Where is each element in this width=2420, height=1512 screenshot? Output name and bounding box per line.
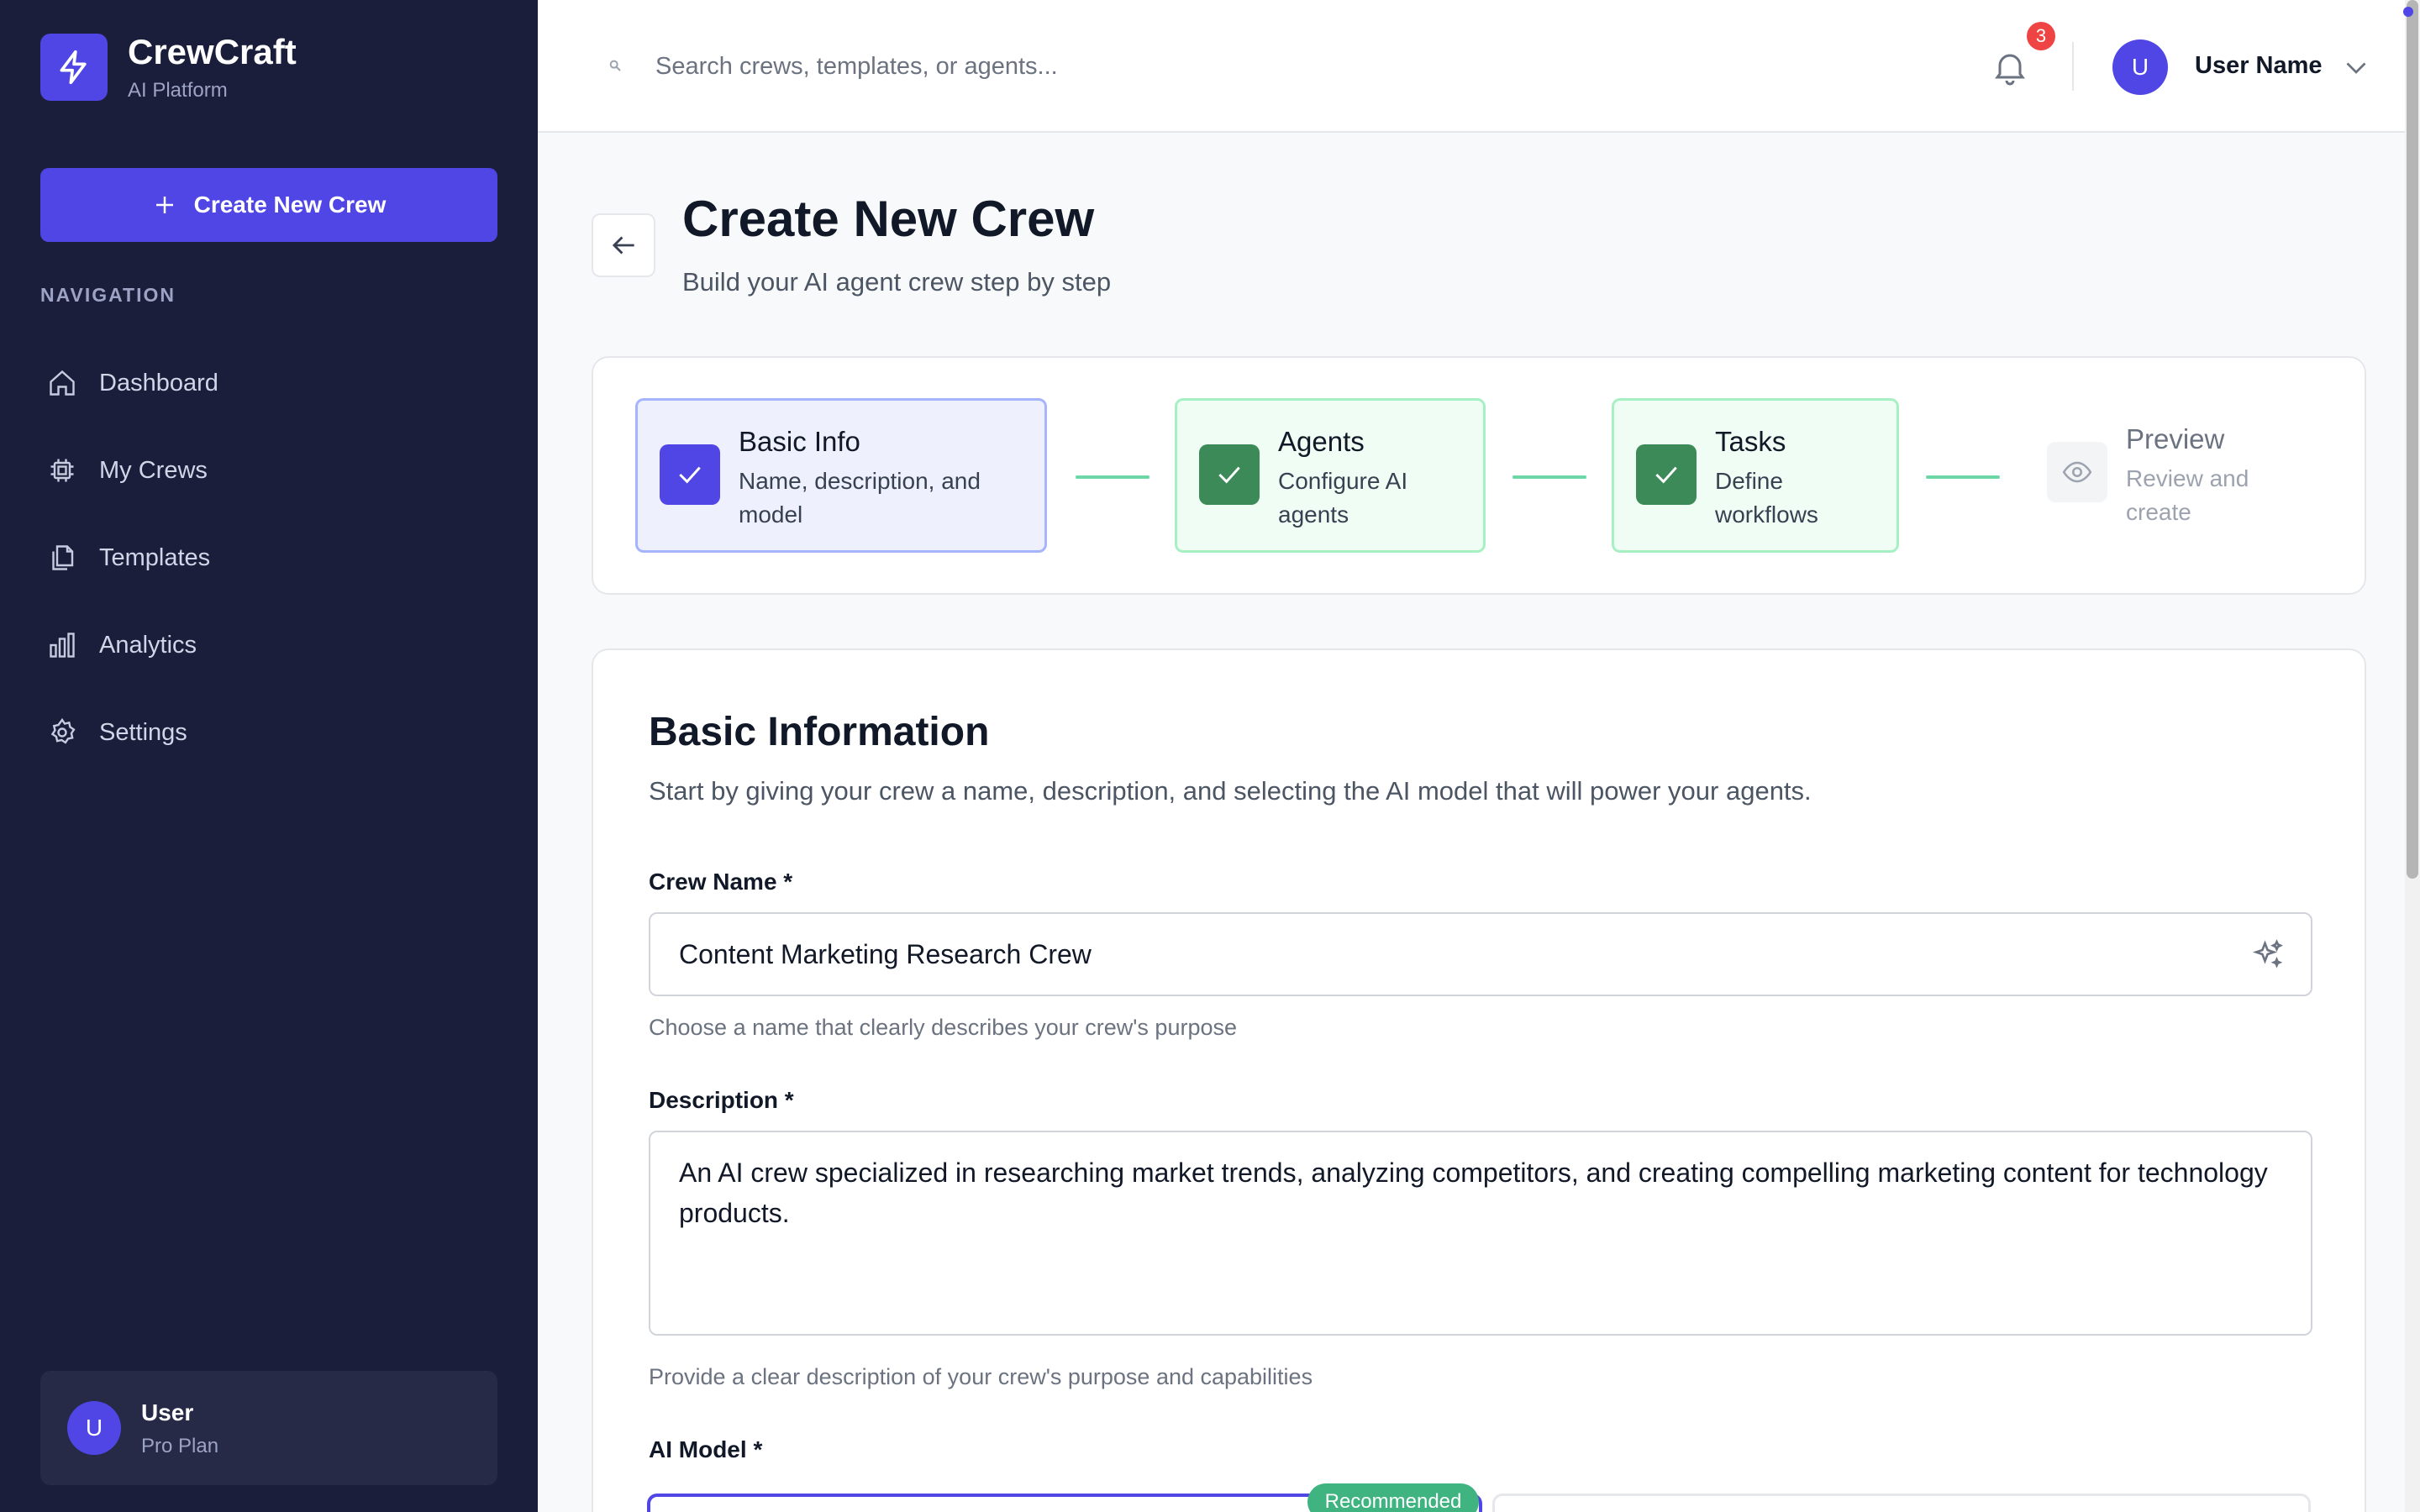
page-subtitle: Build your AI agent crew step by step [682,267,1112,297]
page-title: Create New Crew [682,191,1095,247]
brand-subtitle: AI Platform [128,79,228,102]
ai-model-label: AI Model * [649,1436,763,1462]
chevron-down-icon[interactable] [2341,52,2371,82]
step-tasks[interactable]: Tasks Define workflows [1612,398,1899,553]
home-icon [50,370,75,396]
sidebar-item-templates[interactable]: Templates [40,524,497,591]
step-agents[interactable]: Agents Configure AI agents [1175,398,1486,553]
scroll-indicator-dot [2403,7,2413,17]
description-value: An AI crew specialized in researching ma… [679,1158,2268,1228]
gear-icon [50,717,76,744]
step-title: Tasks [1715,426,1786,457]
sidebar: CrewCraft AI Platform Create New Crew NA… [0,0,538,1512]
crew-name-label: Crew Name * [649,869,793,895]
step-description: Name, description, and model [739,468,981,528]
step-basic-info[interactable]: Basic Info Name, description, and model [635,398,1047,553]
divider [2072,42,2074,91]
sparkles-icon[interactable] [2250,937,2286,973]
description-textarea[interactable]: An AI crew specialized in researching ma… [649,1131,2312,1336]
user-menu-name[interactable]: User Name [2195,52,2323,80]
step-connector [1512,475,1586,479]
step-title: Agents [1278,426,1365,457]
step-connector [1926,475,2000,479]
user-plan: Pro Plan [141,1435,219,1457]
brand-name: CrewCraft [128,32,297,71]
bell-icon[interactable] [1990,47,2030,87]
section-title: Basic Information [649,710,990,754]
step-description: Review and create [2126,465,2249,525]
crew-name-field[interactable]: Content Marketing Research Crew [649,912,2312,996]
nav-heading: NAVIGATION [40,284,176,306]
user-name: User [141,1399,194,1425]
search-icon [609,60,621,71]
basic-information-card: Basic Information Start by giving your c… [592,648,2366,1512]
step-description: Configure AI agents [1278,468,1408,528]
recommended-badge: Recommended [1307,1483,1479,1512]
create-new-crew-label: Create New Crew [193,192,387,218]
step-connector [1076,475,1150,479]
description-hint: Provide a clear description of your crew… [649,1364,1313,1389]
step-description: Define workflows [1715,468,1818,528]
sidebar-item-label: Analytics [99,631,197,659]
sidebar-user-card[interactable]: U User Pro Plan [40,1371,497,1485]
sidebar-item-analytics[interactable]: Analytics [40,612,497,679]
avatar: U [67,1401,121,1455]
plus-icon [155,197,173,213]
sidebar-item-my-crews[interactable]: My Crews [40,437,497,504]
sidebar-item-label: Dashboard [99,369,218,396]
sidebar-item-label: Settings [99,718,187,746]
back-button[interactable] [592,213,655,277]
check-icon [660,444,720,505]
sidebar-item-label: My Crews [99,456,208,484]
sidebar-item-settings[interactable]: Settings [40,699,497,766]
lightning-icon [40,34,108,101]
description-label: Description * [649,1087,794,1113]
check-icon [1199,444,1260,505]
sidebar-item-dashboard[interactable]: Dashboard [40,349,497,417]
topbar: 3 U User Name [538,0,2407,133]
eye-icon [2047,442,2107,502]
crew-name-value: Content Marketing Research Crew [679,939,1092,969]
bar-chart-icon [50,633,75,658]
step-preview[interactable]: Preview Review and create [2025,398,2328,553]
crew-name-hint: Choose a name that clearly describes you… [649,1015,1237,1040]
notification-badge: 3 [2027,22,2055,50]
sidebar-item-label: Templates [99,543,211,571]
section-description: Start by giving your crew a name, descri… [649,776,1812,806]
arrow-left-icon [612,236,634,255]
chip-icon [50,459,74,482]
search-input[interactable] [655,47,1412,86]
create-new-crew-button[interactable]: Create New Crew [40,168,497,242]
documents-icon [52,545,74,570]
step-title: Preview [2126,423,2225,454]
model-option[interactable] [1492,1494,2311,1512]
step-title: Basic Info [739,426,860,457]
scrollbar-thumb[interactable] [2407,0,2418,879]
check-icon [1636,444,1697,505]
avatar[interactable]: U [2112,39,2168,95]
stepper: Basic Info Name, description, and model … [592,356,2366,595]
